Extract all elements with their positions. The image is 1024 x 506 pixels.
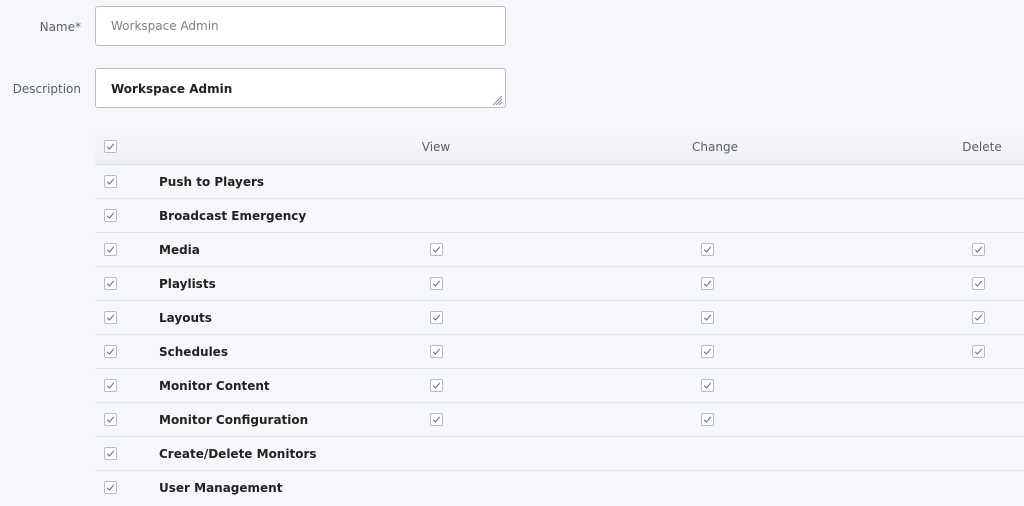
row-select-checkbox[interactable] <box>104 480 117 494</box>
checkmark-icon <box>106 143 115 150</box>
checkmark-icon <box>703 347 712 355</box>
permission-label: Monitor Content <box>159 378 270 393</box>
table-row: Monitor Configuration <box>95 403 1024 437</box>
table-row: Playlists <box>95 267 1024 301</box>
header-change: Change <box>692 140 738 154</box>
select-all-checkbox[interactable] <box>104 140 117 153</box>
description-textarea[interactable]: Workspace Admin <box>95 68 506 108</box>
permission-label: Monitor Configuration <box>159 412 309 427</box>
table-row: Media <box>95 233 1024 267</box>
permission-label: Media <box>159 242 200 257</box>
checkmark-icon <box>432 381 441 389</box>
view-checkbox[interactable] <box>430 310 443 324</box>
view-checkbox[interactable] <box>430 412 443 426</box>
header-delete: Delete <box>962 140 1002 154</box>
checkmark-icon <box>106 177 115 185</box>
row-select-checkbox[interactable] <box>104 242 117 256</box>
description-label: Description <box>12 82 81 96</box>
table-row: Push to Players <box>95 165 1024 199</box>
table-header: View Change Delete <box>95 130 1024 165</box>
table-row: Schedules <box>95 335 1024 369</box>
checkmark-icon <box>106 245 115 253</box>
checkmark-icon <box>974 245 983 253</box>
checkmark-icon <box>106 211 115 219</box>
checkmark-icon <box>432 313 441 321</box>
checkmark-icon <box>703 381 712 389</box>
name-input[interactable] <box>95 6 506 46</box>
row-select-checkbox[interactable] <box>104 446 117 460</box>
checkmark-icon <box>703 279 712 287</box>
checkmark-icon <box>432 347 441 355</box>
checkmark-icon <box>974 347 983 355</box>
view-checkbox[interactable] <box>430 344 443 358</box>
row-select-checkbox[interactable] <box>104 310 117 324</box>
row-select-checkbox[interactable] <box>104 344 117 358</box>
change-checkbox[interactable] <box>701 412 714 426</box>
row-select-checkbox[interactable] <box>104 378 117 392</box>
delete-checkbox[interactable] <box>972 242 985 256</box>
table-row: Layouts <box>95 301 1024 335</box>
row-select-checkbox[interactable] <box>104 276 117 290</box>
permission-label: Create/Delete Monitors <box>159 446 317 461</box>
table-body: Push to Players Broadcast Emergency Media P… <box>95 165 1024 504</box>
checkmark-icon <box>106 381 115 389</box>
permission-label: Broadcast Emergency <box>159 208 307 223</box>
name-row: Name* <box>0 0 1024 52</box>
name-label: Name* <box>39 20 81 34</box>
permission-label: Push to Players <box>159 174 265 189</box>
checkmark-icon <box>106 279 115 287</box>
table-row: Broadcast Emergency <box>95 199 1024 233</box>
checkmark-icon <box>974 313 983 321</box>
view-checkbox[interactable] <box>430 242 443 256</box>
checkmark-icon <box>106 449 115 457</box>
permission-label: User Management <box>159 480 283 495</box>
permission-label: Schedules <box>159 344 228 359</box>
row-select-checkbox[interactable] <box>104 174 117 188</box>
checkmark-icon <box>703 313 712 321</box>
table-row: Monitor Content <box>95 369 1024 403</box>
change-checkbox[interactable] <box>701 276 714 290</box>
checkmark-icon <box>703 415 712 423</box>
change-checkbox[interactable] <box>701 344 714 358</box>
table-row: User Management <box>95 471 1024 504</box>
change-checkbox[interactable] <box>701 378 714 392</box>
permission-label: Playlists <box>159 276 216 291</box>
checkmark-icon <box>432 279 441 287</box>
header-view: View <box>421 140 451 154</box>
checkmark-icon <box>106 313 115 321</box>
checkmark-icon <box>106 483 115 491</box>
checkmark-icon <box>432 415 441 423</box>
change-checkbox[interactable] <box>701 242 714 256</box>
view-checkbox[interactable] <box>430 276 443 290</box>
delete-checkbox[interactable] <box>972 310 985 324</box>
delete-checkbox[interactable] <box>972 344 985 358</box>
row-select-checkbox[interactable] <box>104 208 117 222</box>
checkmark-icon <box>432 245 441 253</box>
change-checkbox[interactable] <box>701 310 714 324</box>
table-row: Create/Delete Monitors <box>95 437 1024 471</box>
resize-grip-icon[interactable] <box>491 94 503 106</box>
checkmark-icon <box>974 279 983 287</box>
row-select-checkbox[interactable] <box>104 412 117 426</box>
view-checkbox[interactable] <box>430 378 443 392</box>
checkmark-icon <box>106 347 115 355</box>
checkmark-icon <box>703 245 712 253</box>
checkmark-icon <box>106 415 115 423</box>
permission-label: Layouts <box>159 310 212 325</box>
delete-checkbox[interactable] <box>972 276 985 290</box>
permissions-table: View Change Delete Push to Players Broadc… <box>95 130 1024 504</box>
